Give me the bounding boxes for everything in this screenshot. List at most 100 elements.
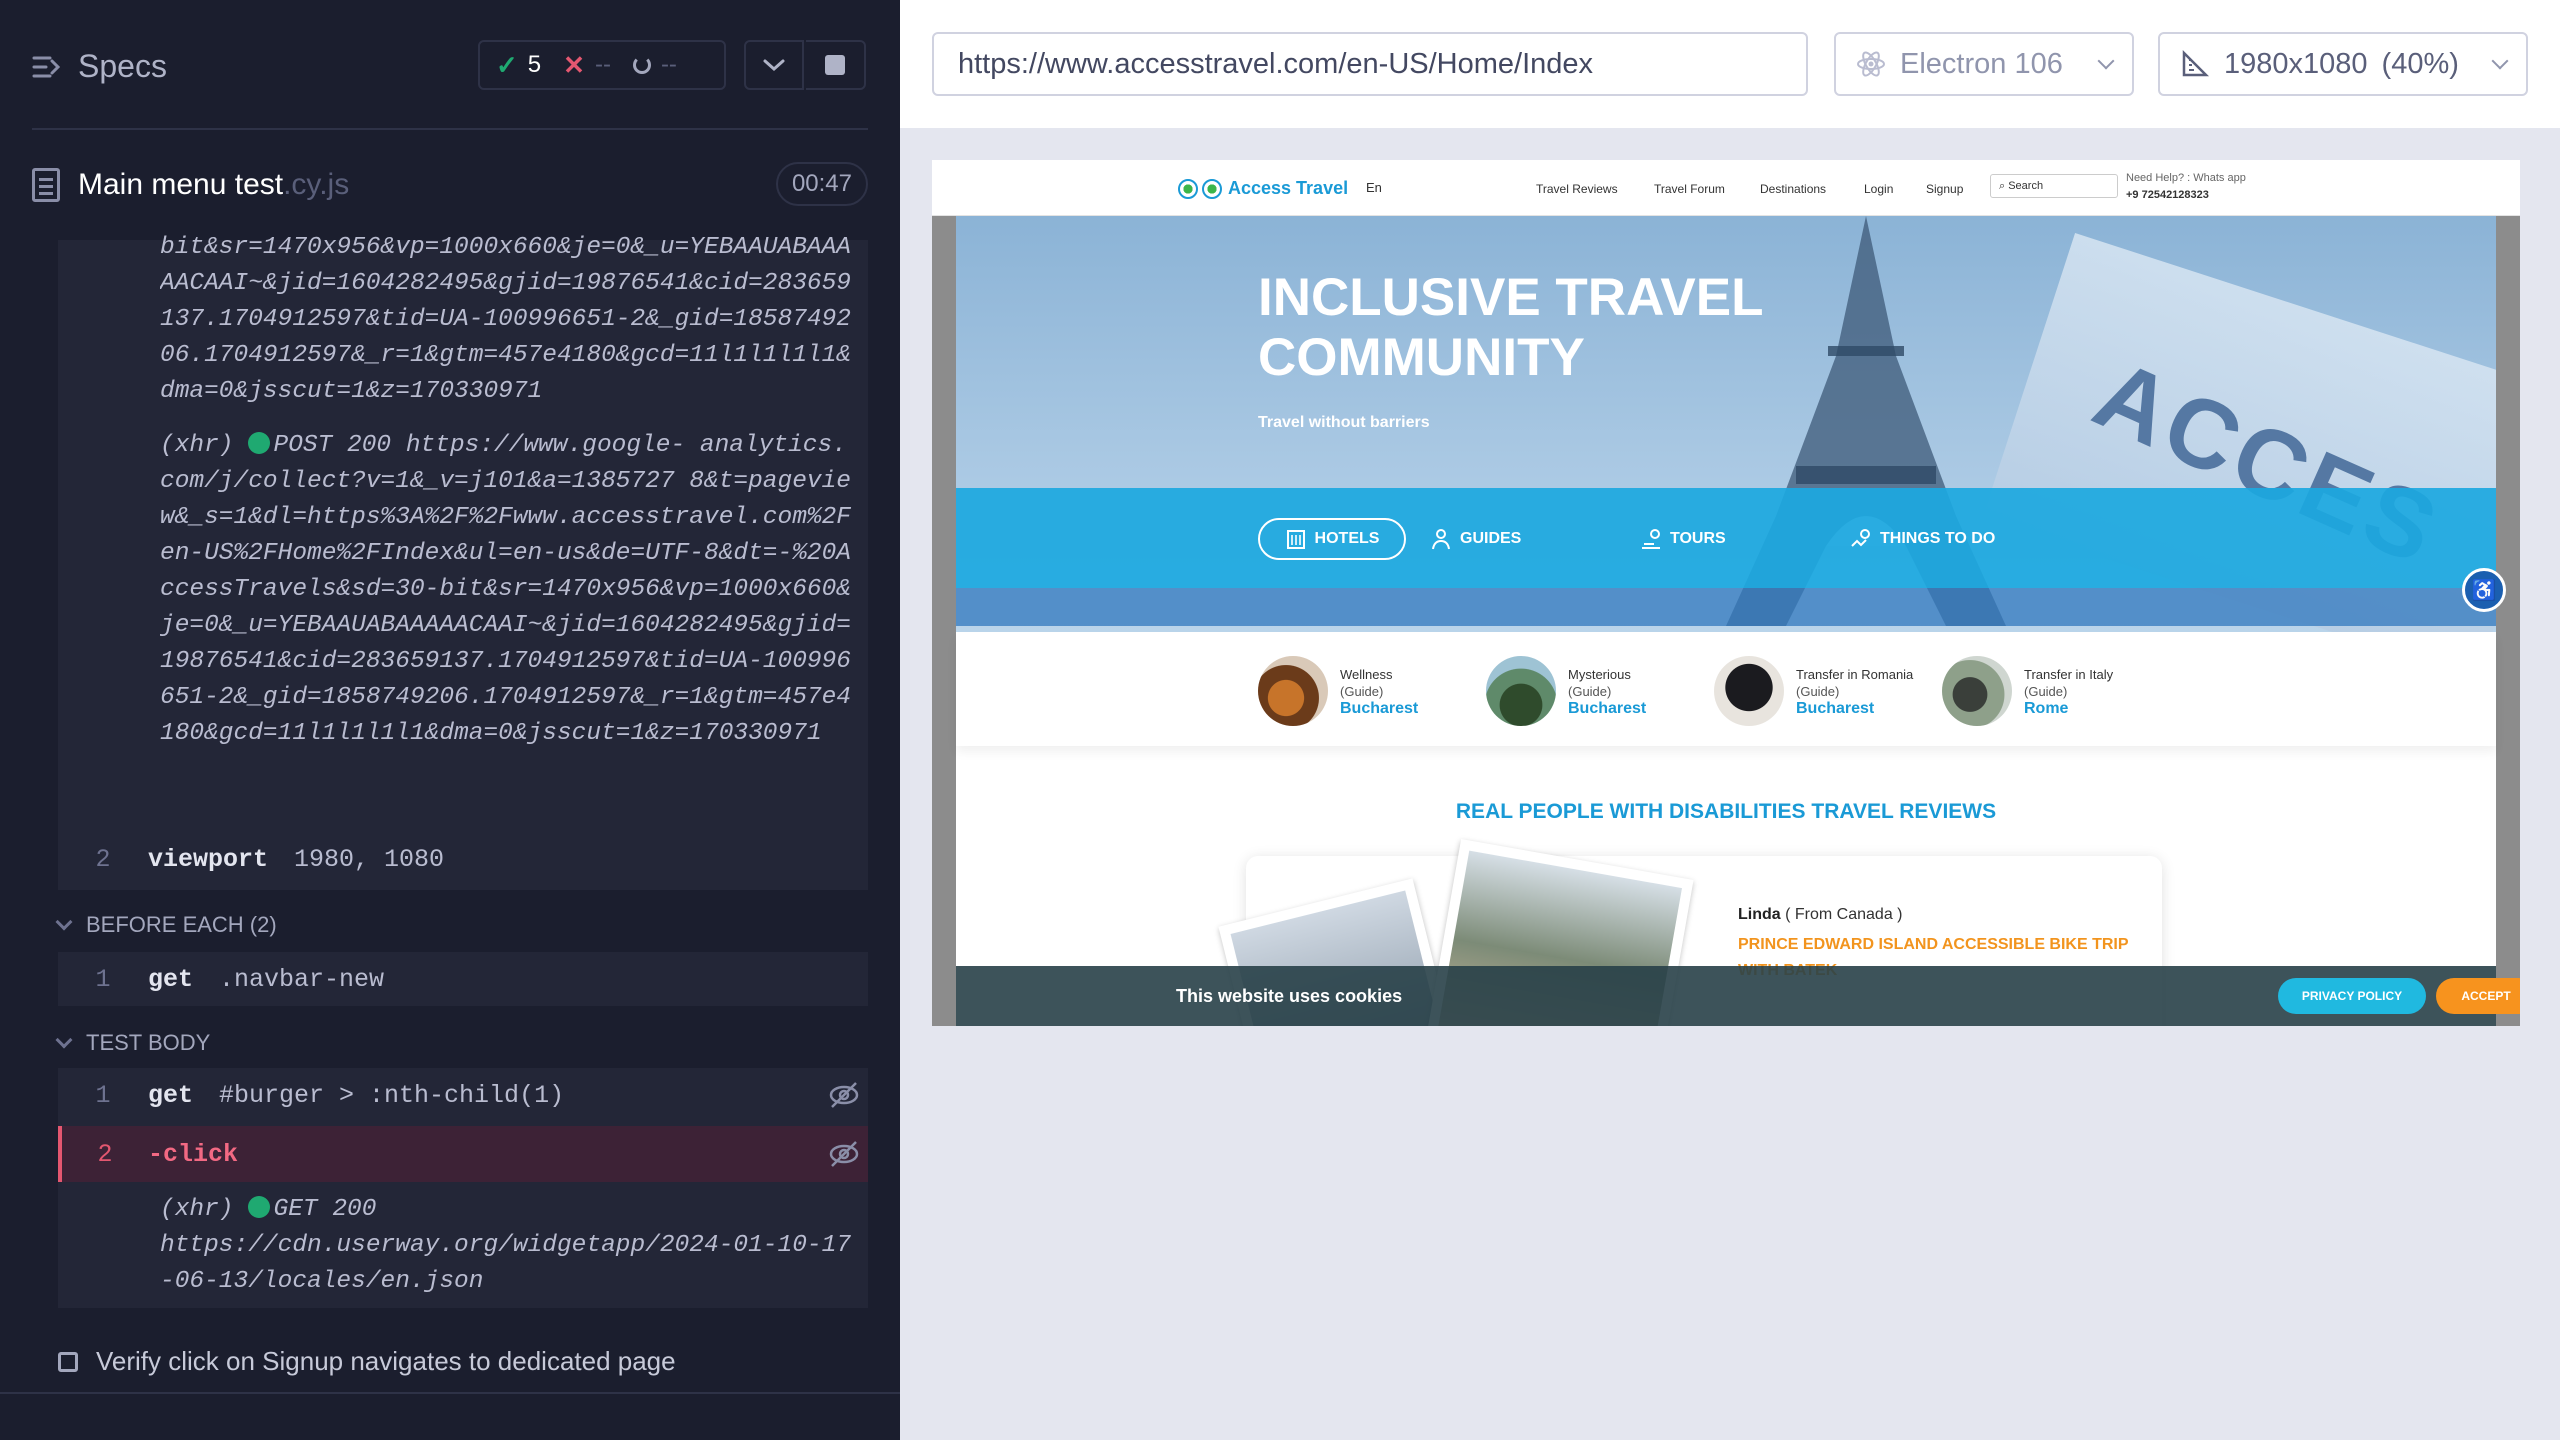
- hero-title: INCLUSIVE TRAVEL COMMUNITY: [1258, 268, 1764, 388]
- guide-card[interactable]: Transfer in Italy (Guide) Rome: [1942, 656, 2113, 726]
- command-arg: 1980, 1080: [294, 844, 445, 874]
- hero-title-line-1: INCLUSIVE TRAVEL: [1258, 268, 1764, 327]
- test-stats: ✓ 5 ✕ -- --: [478, 40, 726, 90]
- nav-travel-forum[interactable]: Travel Forum: [1654, 182, 1725, 196]
- language-selector[interactable]: En: [1366, 180, 1382, 195]
- spec-title-row[interactable]: Main menu test .cy.js 00:47: [32, 160, 868, 210]
- hero-title-line-2: COMMUNITY: [1258, 328, 1585, 387]
- guide-text: Transfer in Italy (Guide) Rome: [2024, 666, 2113, 717]
- viewport-size: 1980x1080: [2224, 47, 2368, 80]
- xhr-log-entry-2[interactable]: (xhr) GET 200 https://cdn.userway.org/wid…: [160, 1192, 860, 1300]
- eye-slash-icon[interactable]: [828, 1080, 860, 1110]
- wheelchair-globe-icon: [1202, 178, 1222, 199]
- guide-city: Bucharest: [1568, 699, 1647, 717]
- command-name: get: [148, 964, 194, 994]
- hero-subtitle: Travel without barriers: [1258, 414, 1430, 431]
- site-search-input[interactable]: ⌕ Search: [1990, 174, 2118, 198]
- reviewer-info: Linda ( From Canada ): [1738, 906, 1903, 924]
- pending-spinner-icon: [632, 56, 651, 74]
- specs-toggle-button[interactable]: Specs: [32, 48, 167, 85]
- ruler-icon: [2182, 49, 2210, 77]
- guide-thumbnail: [1486, 656, 1556, 726]
- chevron-down-icon: [2097, 52, 2115, 70]
- passed-count: 5: [527, 51, 542, 78]
- guide-type: (Guide): [1796, 683, 1840, 699]
- tour-icon: [1642, 529, 1660, 549]
- guide-card[interactable]: Wellness (Guide) Bucharest: [1258, 656, 1418, 726]
- privacy-policy-button[interactable]: PRIVACY POLICY: [2278, 978, 2426, 1014]
- xhr-prefix: (xhr): [160, 432, 234, 459]
- guide-text: Wellness (Guide) Bucharest: [1340, 666, 1418, 717]
- collapse-all-button[interactable]: [744, 40, 804, 90]
- command-number: 2: [97, 1139, 113, 1169]
- cookie-message: This website uses cookies: [1176, 986, 1403, 1006]
- activity-icon: [1851, 529, 1870, 547]
- xhr-log-entry[interactable]: (xhr) POST 200 https://www.google- analyt…: [160, 428, 860, 824]
- globe-icon: [1178, 178, 1198, 199]
- xhr-url: analytics.com/j/collect?v=1&_v=j101&a=13…: [160, 432, 852, 747]
- guide-type: (Guide): [1568, 683, 1612, 699]
- app-under-test-frame[interactable]: Access Travel En Travel Reviews Travel F…: [932, 160, 2520, 1026]
- before-each-label: BEFORE EACH (2): [86, 912, 277, 937]
- guide-thumbnail: [1714, 656, 1784, 726]
- test-body-header[interactable]: TEST BODY: [55, 1030, 210, 1056]
- spec-name: Main menu test: [78, 168, 284, 201]
- site-logo[interactable]: Access Travel: [1178, 178, 1348, 199]
- category-label: HOTELS: [1314, 530, 1380, 547]
- cookie-banner: This website uses cookies PRIVACY POLICY…: [956, 966, 2520, 1026]
- nav-signup[interactable]: Signup: [1926, 182, 1963, 196]
- category-hotels[interactable]: HOTELS: [1258, 518, 1406, 560]
- before-each-header[interactable]: BEFORE EACH (2): [55, 912, 277, 938]
- command-log-panel: Specs ✓ 5 ✕ -- -- Main menu test .cy.js …: [0, 0, 900, 1440]
- reviewer-origin: ( From Canada ): [1785, 906, 1903, 923]
- command-viewport[interactable]: 2 viewport 1980, 1080: [58, 834, 868, 884]
- search-placeholder: Search: [2008, 180, 2044, 192]
- category-things-to-do[interactable]: THINGS TO DO: [1850, 518, 1995, 560]
- accept-cookies-button[interactable]: ACCEPT: [2436, 978, 2520, 1014]
- category-guides[interactable]: GUIDES: [1430, 518, 1521, 560]
- url-bar[interactable]: https://www.accesstravel.com/en-US/Home/…: [932, 32, 1808, 96]
- xhr-prefix: (xhr): [160, 1196, 234, 1223]
- spec-timer: 00:47: [775, 162, 868, 206]
- command-arg: .navbar-new: [219, 964, 385, 994]
- guide-card[interactable]: Transfer in Romania (Guide) Bucharest: [1714, 656, 1913, 726]
- category-label: THINGS TO DO: [1880, 530, 1996, 547]
- viewport-selector[interactable]: 1980x1080 (40%): [2158, 32, 2528, 96]
- guide-text: Mysterious (Guide) Bucharest: [1568, 666, 1646, 717]
- accessibility-widget-button[interactable]: ♿: [2462, 568, 2506, 612]
- xhr-method: GET 200: [273, 1196, 377, 1223]
- site-navbar: Access Travel En Travel Reviews Travel F…: [932, 160, 2520, 216]
- command-number: 1: [95, 964, 111, 994]
- stop-button[interactable]: [806, 40, 866, 90]
- passed-stat: ✓ 5: [496, 50, 541, 81]
- reviews-heading: REAL PEOPLE WITH DISABILITIES TRAVEL REV…: [1455, 800, 1997, 823]
- file-icon: [32, 168, 60, 202]
- category-label: TOURS: [1670, 530, 1726, 547]
- guide-icon: [1432, 529, 1450, 550]
- command-get-burger[interactable]: 1 get #burger > :nth-child(1): [58, 1070, 868, 1120]
- category-tours[interactable]: TOURS: [1640, 518, 1726, 560]
- guide-thumbnail: [1942, 656, 2012, 726]
- hotel-icon: [1286, 530, 1305, 549]
- guide-card[interactable]: Mysterious (Guide) Bucharest: [1486, 656, 1646, 726]
- aut-header: https://www.accesstravel.com/en-US/Home/…: [900, 0, 2560, 128]
- specs-label: Specs: [78, 48, 167, 84]
- request-log-text: bit&sr=1470x956&vp=1000x660&je=0&_u=YEBA…: [160, 234, 852, 405]
- guide-text: Transfer in Romania (Guide) Bucharest: [1796, 666, 1913, 717]
- reporter-header: Specs ✓ 5 ✕ -- --: [0, 0, 900, 130]
- command-get-navbar[interactable]: 1 get .navbar-new: [58, 954, 868, 1004]
- check-icon: ✓: [496, 49, 518, 80]
- next-test-item[interactable]: Verify click on Signup navigates to dedi…: [58, 1346, 676, 1377]
- guide-city: Rome: [2024, 699, 2069, 717]
- command-number: 2: [95, 844, 111, 874]
- reviewer-name: Linda: [1738, 906, 1781, 923]
- nav-travel-reviews[interactable]: Travel Reviews: [1536, 182, 1618, 196]
- command-click-active[interactable]: 2 -click: [58, 1126, 868, 1182]
- eye-slash-icon[interactable]: [828, 1139, 860, 1169]
- electron-icon: [1857, 51, 1885, 77]
- nav-login[interactable]: Login: [1864, 182, 1893, 196]
- status-dot-icon: [247, 1196, 270, 1218]
- browser-selector[interactable]: Electron 106: [1834, 32, 2134, 96]
- nav-destinations[interactable]: Destinations: [1760, 182, 1826, 196]
- xhr-method: POST 200 https://www.google-: [273, 432, 686, 459]
